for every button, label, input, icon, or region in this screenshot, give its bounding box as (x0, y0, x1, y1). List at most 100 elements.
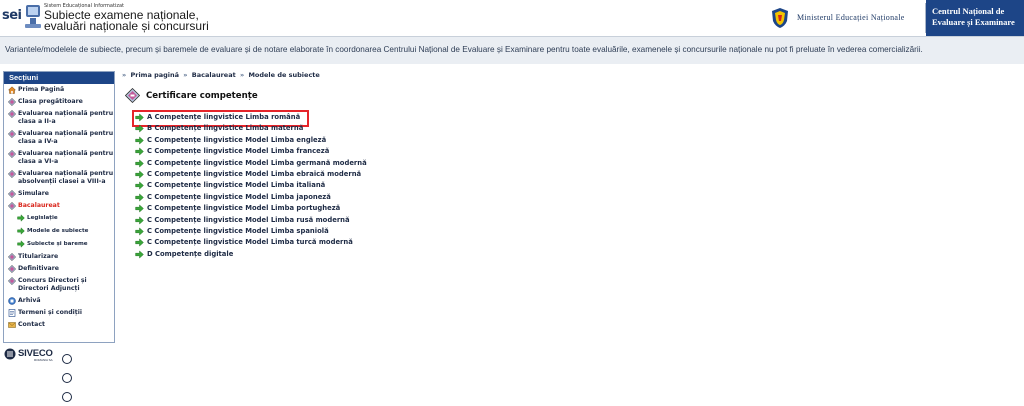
sidebar-item-modele-de-subiecte[interactable]: Modele de subiecte (7, 227, 114, 235)
cnee-line2: Evaluare și Examinare (932, 17, 1015, 27)
breadcrumb-current: Modele de subiecte (248, 71, 320, 79)
sei-logo[interactable]: sei Sistem Educațional Informatizat Subi… (2, 2, 212, 34)
model-link[interactable]: C Competențe lingvistice Model Limba tur… (135, 238, 367, 249)
sidebar-item-titularizare[interactable]: Titularizare (7, 252, 114, 262)
arrow-right-icon (135, 158, 144, 168)
sidebar-item-termeni-i-condi-ii[interactable]: Termeni și condiții (7, 309, 114, 317)
model-link[interactable]: C Competențe lingvistice Model Limba ebr… (135, 170, 367, 181)
model-link-label: C Competențe lingvistice Model Limba rus… (147, 215, 350, 224)
section-title: Certificare competențe (146, 91, 258, 101)
archive-icon (8, 297, 16, 305)
sidebar-item-label: Evaluarea națională pentru clasa a II-a (18, 110, 114, 125)
cnee-logo[interactable]: Centrul Național de Evaluare și Examinar… (926, 0, 1024, 36)
arrow-right-icon (135, 238, 144, 247)
model-link[interactable]: B Competențe lingvistice Limba maternă (135, 124, 367, 135)
home-icon (7, 86, 17, 94)
model-link[interactable]: C Competențe lingvistice Model Limba spa… (135, 227, 367, 238)
sidebar-item-label: Subiecte și bareme (27, 241, 88, 247)
diamond-icon (7, 97, 17, 107)
sidebar-item-evaluarea-na-ional-pentru-absolven-ii-clasei-a-viii-a[interactable]: Evaluarea națională pentru absolvenții c… (7, 169, 114, 186)
sidebar-item-simulare[interactable]: Simulare (7, 189, 114, 199)
model-link-highlighted[interactable]: A Competențe lingvistice Limba română (132, 109, 367, 128)
sidebar-item-legisla-ie[interactable]: Legislație (7, 214, 114, 222)
sidebar-title: Secțiuni (4, 72, 114, 84)
document-icon (8, 309, 16, 317)
diamond-icon (7, 264, 17, 274)
copyright-notice: Variantele/modelele de subiecte, precum … (0, 36, 1024, 64)
breadcrumb-home[interactable]: Prima pagină (130, 71, 179, 79)
breadcrumb: » Prima pagină » Bacalaureat » Modele de… (120, 71, 320, 79)
model-link[interactable]: D Competențe digitale (135, 250, 367, 261)
diamond-icon (7, 129, 17, 139)
model-link[interactable]: C Competențe lingvistice Model Limba eng… (135, 136, 367, 147)
model-link[interactable]: C Competențe lingvistice Model Limba ita… (135, 181, 367, 192)
model-link[interactable]: C Competențe lingvistice Model Limba ger… (135, 159, 367, 170)
siveco-mark-icon (4, 348, 16, 360)
sidebar-item-subiecte-i-bareme[interactable]: Subiecte și bareme (7, 240, 114, 248)
diamond-icon (7, 201, 17, 211)
sidebar-item-label: Termeni și condiții (18, 309, 83, 316)
model-link-label: A Competențe lingvistice Limba română (147, 113, 301, 121)
sidebar-item-definitivare[interactable]: Definitivare (7, 264, 114, 274)
certification-badge-icon (62, 354, 72, 364)
sidebar-item-label: Bacalaureat (18, 202, 60, 209)
sidebar-item-label: Simulare (18, 190, 49, 197)
sidebar-item-concurs-directori-i-directori-adjunc-i[interactable]: Concurs Directori și Directori Adjuncți (7, 276, 114, 293)
sidebar-item-contact[interactable]: Contact (7, 321, 114, 329)
sidebar-item-arhiv[interactable]: Arhivă (7, 297, 114, 305)
sidebar-item-evaluarea-na-ional-pentru-clasa-a-vi-a[interactable]: Evaluarea națională pentru clasa a VI-a (7, 149, 114, 166)
sidebar-item-evaluarea-na-ional-pentru-clasa-a-ii-a[interactable]: Evaluarea națională pentru clasa a II-a (7, 109, 114, 126)
sidebar-item-prima-pagin[interactable]: Prima Pagină (7, 86, 114, 94)
sidebar-item-label: Definitivare (18, 265, 59, 272)
diamond-icon (125, 88, 140, 103)
sidebar-item-clasa-preg-titoare[interactable]: Clasa pregătitoare (7, 97, 114, 107)
model-link[interactable]: C Competențe lingvistice Model Limba jap… (135, 193, 367, 204)
certification-badges (62, 349, 73, 406)
arrow-right-icon (135, 147, 144, 156)
arrow-right-icon (135, 204, 144, 213)
diamond-icon (7, 169, 17, 179)
model-link[interactable]: C Competențe lingvistice Model Limba rus… (135, 216, 367, 227)
arrow-right-icon (135, 113, 144, 122)
sidebar-item-label: Titularizare (18, 253, 59, 260)
arrow-right-icon (135, 136, 144, 145)
sidebar-item-label: Evaluarea națională pentru clasa a VI-a (18, 150, 114, 165)
arrow-icon (17, 214, 25, 222)
model-link-label: B Competențe lingvistice Limba maternă (147, 124, 304, 133)
sidebar-item-label: Concurs Directori și Directori Adjuncți (18, 277, 87, 292)
sidebar-item-label: Evaluarea națională pentru clasa a IV-a (18, 130, 114, 145)
model-link-label: C Competențe lingvistice Model Limba tur… (147, 238, 353, 247)
arrow-right-icon (135, 193, 144, 202)
main-content: » Prima pagină » Bacalaureat » Modele de… (120, 70, 1015, 360)
breadcrumb-separator: » (122, 71, 127, 79)
sidebar-item-label: Prima Pagină (18, 86, 65, 93)
arrow-right-icon (135, 124, 144, 134)
model-links-list: A Competențe lingvistice Limba română B C… (132, 109, 367, 261)
diamond-icon (7, 189, 17, 199)
sidebar-item-evaluarea-na-ional-pentru-clasa-a-iv-a[interactable]: Evaluarea națională pentru clasa a IV-a (7, 129, 114, 146)
model-link[interactable]: C Competențe lingvistice Model Limba por… (135, 204, 367, 215)
cnee-line1: Centrul Național de (932, 6, 1005, 16)
diamond-icon (7, 149, 17, 159)
model-link-label: C Competențe lingvistice Model Limba fra… (147, 147, 330, 156)
diamond-icon (7, 109, 17, 119)
logo-brand: sei (2, 8, 22, 23)
model-link-label: C Competențe lingvistice Model Limba ebr… (147, 169, 362, 178)
diamond-icon (7, 276, 17, 286)
ministry-name: Ministerul Educației Naționale (797, 13, 905, 22)
breadcrumb-separator: » (239, 71, 245, 79)
model-link[interactable]: C Competențe lingvistice Model Limba fra… (135, 147, 367, 158)
diamond-icon (7, 252, 17, 262)
model-link-label: C Competențe lingvistice Model Limba por… (147, 204, 341, 213)
model-link-label: D Competențe digitale (147, 249, 234, 258)
sidebar-item-label: Evaluarea națională pentru absolvenții c… (18, 170, 114, 185)
certification-badge-icon (62, 373, 72, 383)
sidebar-item-bacalaureat[interactable]: Bacalaureat (7, 201, 114, 211)
sidebar-item-label: Contact (18, 321, 45, 328)
breadcrumb-bacalaureat[interactable]: Bacalaureat (192, 71, 236, 79)
notice-text: Variantele/modelele de subiecte, precum … (5, 45, 923, 54)
sidebar-item-label: Modele de subiecte (27, 228, 89, 234)
model-link-label: C Competențe lingvistice Model Limba jap… (147, 192, 331, 201)
contact-icon (8, 321, 16, 329)
model-link-label: C Competențe lingvistice Model Limba ger… (147, 158, 367, 167)
